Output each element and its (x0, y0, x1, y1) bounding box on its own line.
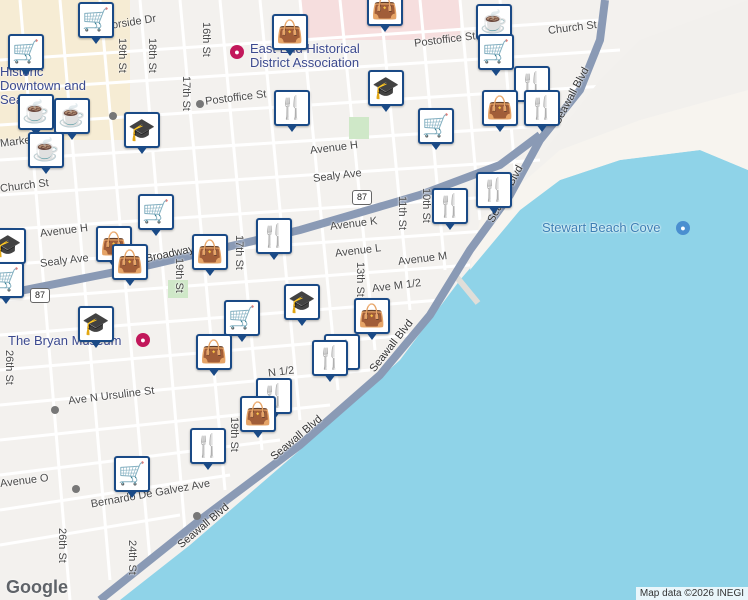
transit-icon (72, 485, 80, 493)
restaurant-marker[interactable]: 🍴 (432, 188, 468, 230)
restaurant-icon: 🍴 (194, 433, 222, 458)
restaurant-marker[interactable]: 🍴 (256, 218, 292, 260)
stewart-beach-label[interactable]: Stewart Beach Cove (542, 220, 661, 235)
street-17th-2: 17th St (233, 235, 245, 270)
school-marker[interactable]: 🎓 (78, 306, 114, 348)
shopping-cart-icon: 🛒 (482, 39, 510, 64)
school-marker[interactable]: 🎓 (124, 112, 160, 154)
street-16th: 16th St (200, 22, 212, 57)
transit-icon (193, 512, 201, 520)
shopping-cart-marker[interactable]: 🛒 (138, 194, 174, 236)
shopping-cart-icon: 🛒 (118, 461, 146, 486)
cafe-icon: ☕ (22, 99, 50, 124)
shopping-bag-marker[interactable]: 👜 (192, 234, 228, 276)
shopping-bag-marker[interactable]: 👜 (272, 14, 308, 56)
shopping-bag-marker[interactable]: 👜 (112, 244, 148, 286)
shopping-bag-icon: 👜 (486, 95, 514, 120)
school-icon: 🎓 (128, 117, 156, 142)
shopping-bag-marker[interactable]: 👜 (196, 334, 232, 376)
school-icon: 🎓 (372, 75, 400, 100)
street-19th-3: 19th St (228, 417, 240, 452)
school-marker[interactable]: 🎓 (0, 228, 26, 270)
restaurant-icon: 🍴 (480, 177, 508, 202)
shopping-cart-marker[interactable]: 🛒 (224, 300, 260, 342)
street-10th: 10th St (420, 188, 432, 223)
restaurant-icon: 🍴 (316, 345, 344, 370)
shopping-cart-marker[interactable]: 🛒 (0, 262, 24, 304)
restaurant-icon: 🍴 (278, 95, 306, 120)
map-attribution[interactable]: Map data ©2026 INEGI (635, 587, 748, 600)
east-end-label[interactable]: East End Historical District Association (250, 42, 385, 70)
route-87-shield-2: 87 (30, 288, 50, 303)
transit-icon (51, 406, 59, 414)
restaurant-marker[interactable]: 🍴 (190, 428, 226, 470)
street-26th-1: 26th St (3, 350, 15, 385)
shopping-cart-marker[interactable]: 🛒 (478, 34, 514, 76)
restaurant-icon: 🍴 (260, 223, 288, 248)
shopping-cart-icon: 🛒 (12, 39, 40, 64)
street-17th-1: 17th St (180, 76, 192, 111)
map-canvas[interactable]: Harborside Dr Postoffice St Postoffice S… (0, 0, 748, 600)
shopping-bag-marker[interactable]: 👜 (367, 0, 403, 32)
street-19th-2: 19th St (173, 258, 185, 293)
street-13th: 13th St (354, 262, 366, 297)
street-18th: 18th St (146, 38, 158, 73)
school-icon: 🎓 (0, 233, 22, 258)
shopping-cart-marker[interactable]: 🛒 (418, 108, 454, 150)
cafe-marker[interactable]: ☕ (18, 94, 54, 136)
shopping-bag-icon: 👜 (371, 0, 399, 20)
cafe-marker[interactable]: ☕ (28, 132, 64, 174)
shopping-bag-icon: 👜 (276, 19, 304, 44)
shopping-bag-icon: 👜 (244, 401, 272, 426)
shopping-cart-marker[interactable]: 🛒 (8, 34, 44, 76)
shopping-cart-icon: 🛒 (142, 199, 170, 224)
shopping-bag-icon: 👜 (196, 239, 224, 264)
shopping-cart-marker[interactable]: 🛒 (114, 456, 150, 498)
restaurant-marker[interactable]: 🍴 (274, 90, 310, 132)
shopping-bag-marker[interactable]: 👜 (240, 396, 276, 438)
cafe-icon: ☕ (58, 103, 86, 128)
shopping-cart-icon: 🛒 (422, 113, 450, 138)
street-24th: 24th St (126, 540, 138, 575)
shopping-bag-marker[interactable]: 👜 (354, 298, 390, 340)
beach-icon: ● (676, 221, 690, 235)
street-11th: 11th St (396, 196, 408, 231)
cafe-marker[interactable]: ☕ (54, 98, 90, 140)
school-icon: 🎓 (82, 311, 110, 336)
restaurant-marker[interactable]: 🍴 (476, 172, 512, 214)
route-87-shield-1: 87 (352, 190, 372, 205)
museum-icon: ● (136, 333, 150, 347)
shopping-cart-icon: 🛒 (228, 305, 256, 330)
cafe-icon: ☕ (32, 137, 60, 162)
shopping-bag-icon: 👜 (116, 249, 144, 274)
shopping-cart-icon: 🛒 (82, 7, 110, 32)
school-icon: 🎓 (288, 289, 316, 314)
restaurant-marker[interactable]: 🍴 (524, 90, 560, 132)
cafe-icon: ☕ (480, 9, 508, 34)
shopping-cart-icon: 🛒 (0, 267, 20, 292)
restaurant-marker[interactable]: 🍴 (312, 340, 348, 382)
school-marker[interactable]: 🎓 (284, 284, 320, 326)
street-26th-2: 26th St (56, 528, 68, 563)
school-marker[interactable]: 🎓 (368, 70, 404, 112)
restaurant-icon: 🍴 (436, 193, 464, 218)
google-logo: Google (6, 577, 68, 597)
shopping-bag-icon: 👜 (358, 303, 386, 328)
street-19th-1: 19th St (116, 38, 128, 73)
transit-icon (196, 100, 204, 108)
transit-icon (109, 112, 117, 120)
shopping-cart-marker[interactable]: 🛒 (78, 2, 114, 44)
shopping-bag-icon: 👜 (200, 339, 228, 364)
landmark-icon: ● (230, 45, 244, 59)
restaurant-icon: 🍴 (528, 95, 556, 120)
shopping-bag-marker[interactable]: 👜 (482, 90, 518, 132)
